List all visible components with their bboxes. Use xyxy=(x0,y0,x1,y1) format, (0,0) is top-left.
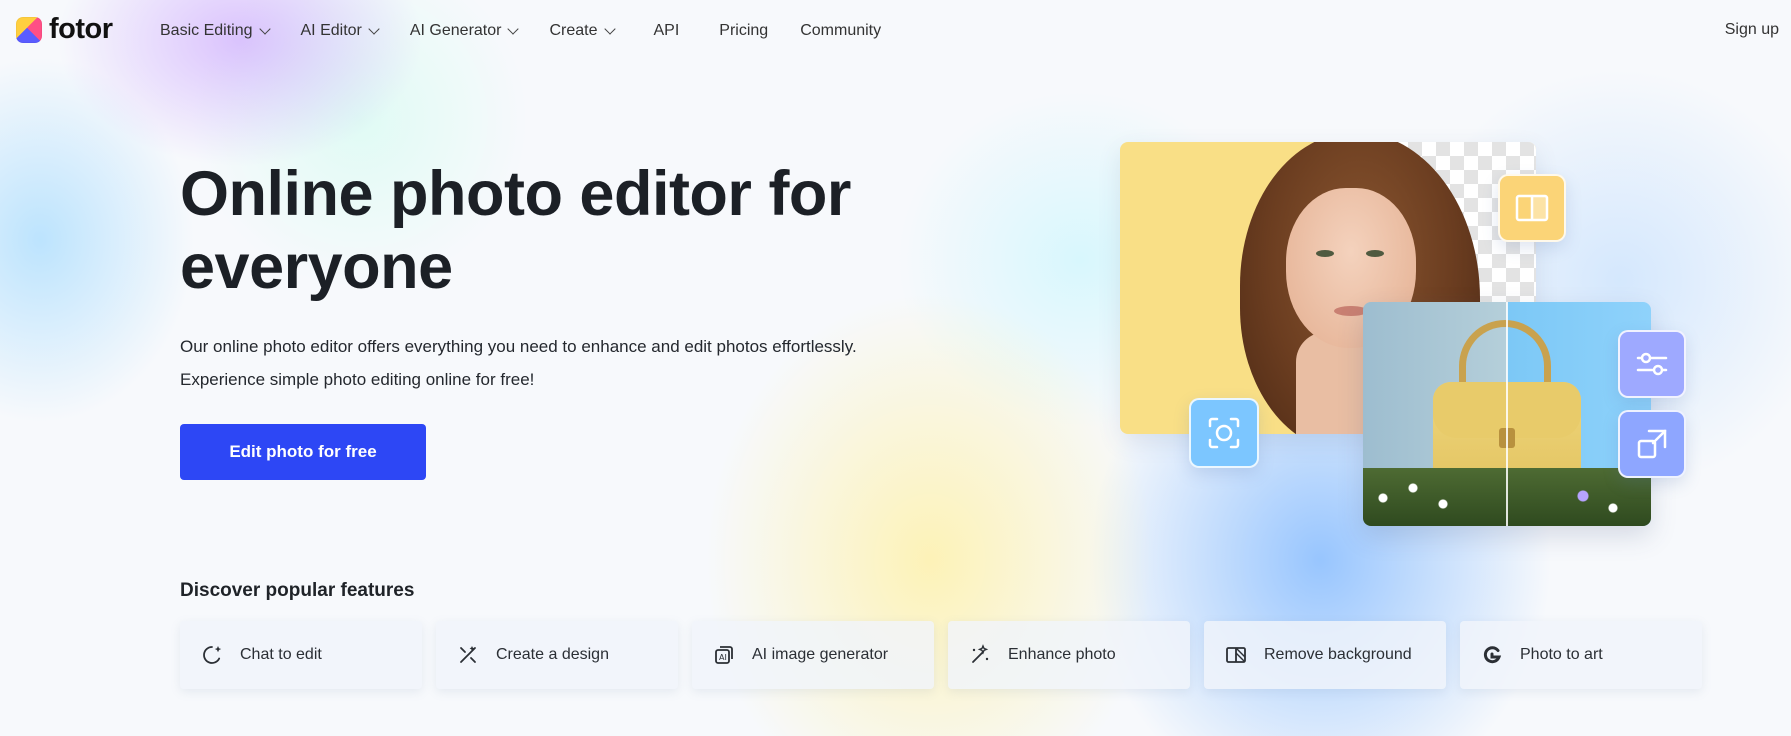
logo-text: fotor xyxy=(49,13,113,45)
feature-remove-background[interactable]: Remove background xyxy=(1204,621,1446,689)
menu-item-community[interactable]: Community xyxy=(800,18,881,44)
menu-item-create[interactable]: Create xyxy=(549,18,616,44)
feature-label: Remove background xyxy=(1264,646,1412,663)
focus-icon-graphic xyxy=(1208,417,1240,449)
portrait-eye xyxy=(1316,250,1334,257)
edit-photo-for-free-button[interactable]: Edit photo for free xyxy=(180,424,426,480)
magic-wand-icon xyxy=(968,643,992,667)
menu-item-api[interactable]: API xyxy=(654,18,680,44)
fotor-logo-icon xyxy=(16,16,42,43)
feature-label: Photo to art xyxy=(1520,646,1603,663)
features-title: Discover popular features xyxy=(180,580,415,601)
menu-item-ai-generator[interactable]: AI Generator xyxy=(409,18,520,44)
sliders-icon xyxy=(1618,330,1686,398)
feature-label: AI image generator xyxy=(752,646,889,663)
menu-item-label: Pricing xyxy=(719,22,769,39)
ai-image-icon: AI xyxy=(712,643,736,667)
design-tools-icon xyxy=(456,643,480,667)
hero-title: Online photo editor for everyone xyxy=(180,159,851,302)
main-menu: Basic Editing AI Editor AI Generator Cre… xyxy=(160,18,913,44)
handbag-image xyxy=(1363,302,1651,526)
feature-chat-to-edit[interactable]: Chat to edit xyxy=(180,621,422,689)
page: fotor Basic Editing AI Editor AI Generat… xyxy=(0,0,1791,736)
feature-create-a-design[interactable]: Create a design xyxy=(436,621,678,689)
svg-text:AI: AI xyxy=(719,653,727,662)
menu-item-ai-editor[interactable]: AI Editor xyxy=(300,18,380,44)
chevron-down-icon xyxy=(507,22,520,35)
feature-enhance-photo[interactable]: Enhance photo xyxy=(948,621,1190,689)
book-icon xyxy=(1498,174,1566,242)
expand-icon-graphic xyxy=(1637,429,1667,459)
feature-photo-to-art[interactable]: Photo to art xyxy=(1460,621,1702,689)
book-icon-graphic xyxy=(1515,194,1549,222)
menu-item-label: AI Generator xyxy=(409,22,502,39)
hero-description: Our online photo editor offers everythin… xyxy=(180,330,960,396)
chevron-down-icon xyxy=(603,22,616,35)
chat-sparkle-icon xyxy=(200,643,224,667)
focus-icon xyxy=(1189,398,1259,468)
menu-item-label: Create xyxy=(549,22,598,39)
feature-label: Enhance photo xyxy=(1008,646,1116,663)
menu-item-label: API xyxy=(653,22,680,39)
fotor-logo[interactable]: fotor xyxy=(16,15,113,44)
feature-list: Chat to edit Create a design AI AI image… xyxy=(180,621,1702,689)
menu-item-label: AI Editor xyxy=(300,22,362,39)
hero-description-line-2: Experience simple photo editing online f… xyxy=(180,370,535,389)
top-navigation: fotor Basic Editing AI Editor AI Generat… xyxy=(0,0,1791,62)
expand-icon xyxy=(1618,410,1686,478)
hero-description-line-1: Our online photo editor offers everythin… xyxy=(180,337,857,356)
chevron-down-icon xyxy=(258,22,271,35)
menu-item-label: Basic Editing xyxy=(160,22,253,39)
chevron-down-icon xyxy=(368,22,380,35)
feature-ai-image-generator[interactable]: AI AI image generator xyxy=(692,621,934,689)
menu-item-label: Community xyxy=(800,22,882,39)
feature-label: Chat to edit xyxy=(240,646,322,663)
sliders-icon-graphic xyxy=(1636,352,1668,376)
sign-up-link[interactable]: Sign up xyxy=(1725,21,1779,39)
before-after-divider xyxy=(1506,302,1508,526)
feature-label: Create a design xyxy=(496,646,609,663)
remove-background-icon xyxy=(1224,643,1248,667)
menu-item-pricing[interactable]: Pricing xyxy=(719,18,768,44)
portrait-eye xyxy=(1366,250,1384,257)
menu-item-basic-editing[interactable]: Basic Editing xyxy=(160,18,271,44)
photo-to-art-icon xyxy=(1480,643,1504,667)
